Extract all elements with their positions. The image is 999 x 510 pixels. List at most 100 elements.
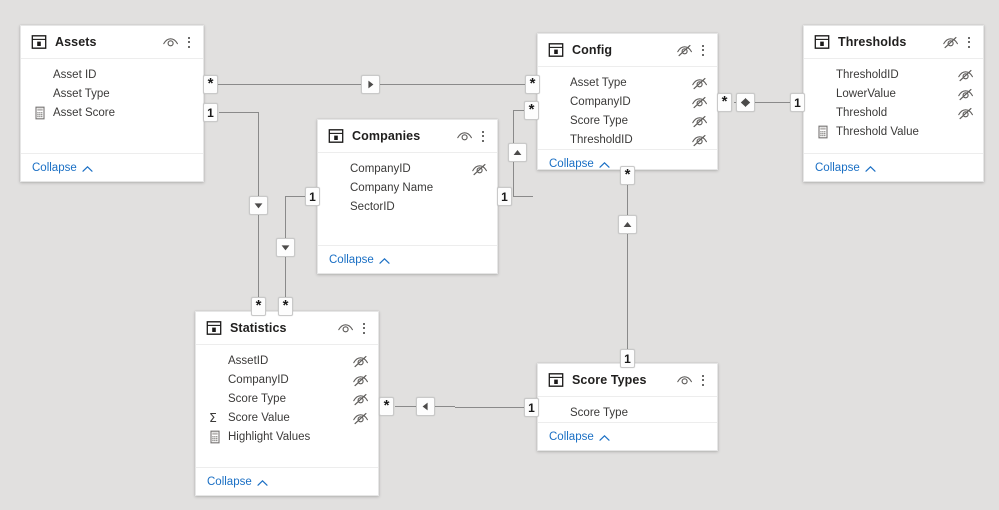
table-card-scoretypes[interactable]: Score Types Score Type Collapse	[537, 363, 718, 451]
chevron-up-icon	[82, 164, 93, 172]
eye-visible-icon[interactable]	[676, 372, 693, 389]
field-row[interactable]: SectorID	[318, 197, 497, 216]
field-name: Score Type	[570, 406, 628, 419]
field-row[interactable]: Company Name	[318, 178, 497, 197]
eye-hidden-icon[interactable]	[352, 372, 368, 387]
eye-hidden-icon[interactable]	[691, 132, 707, 147]
field-name: LowerValue	[836, 87, 896, 100]
cardinality-badge: 1	[790, 93, 805, 112]
cross-filter-arrow-up-icon[interactable]	[508, 143, 527, 162]
field-icon-placeholder	[550, 114, 564, 128]
eye-hidden-icon[interactable]	[352, 410, 368, 425]
field-row[interactable]: Σ Score Value	[196, 408, 378, 427]
field-row[interactable]: Threshold	[804, 103, 983, 122]
field-row[interactable]: CompanyID	[538, 92, 717, 111]
cross-filter-arrow-down-icon[interactable]	[249, 196, 268, 215]
table-card-config[interactable]: Config Asset Type CompanyID Score Type Thres…	[537, 33, 718, 170]
field-row[interactable]: Score Type	[538, 403, 717, 422]
field-row[interactable]: CompanyID	[318, 159, 497, 178]
field-row[interactable]: Asset Score	[21, 103, 203, 122]
cross-filter-arrow-both-icon[interactable]	[736, 93, 755, 112]
eye-hidden-icon[interactable]	[942, 34, 959, 51]
field-row[interactable]: AssetID	[196, 351, 378, 370]
more-options-icon[interactable]	[357, 320, 370, 337]
eye-hidden-icon[interactable]	[352, 353, 368, 368]
field-icon-placeholder	[208, 392, 222, 406]
field-eye-placeholder	[471, 180, 486, 195]
collapse-button-scoretypes[interactable]: Collapse	[549, 431, 610, 443]
field-name: Threshold Value	[836, 125, 919, 138]
table-name: Companies	[352, 129, 421, 143]
cardinality-badge: 1	[305, 187, 320, 206]
table-header-scoretypes[interactable]: Score Types	[538, 364, 717, 397]
table-card-companies[interactable]: Companies CompanyID Company Name SectorID Co…	[317, 119, 498, 274]
field-row[interactable]: Asset Type	[21, 84, 203, 103]
field-list: Asset Type CompanyID Score Type ThresholdID	[538, 67, 717, 149]
field-name: Asset Score	[53, 106, 115, 119]
cross-filter-arrow-up-icon[interactable]	[618, 215, 637, 234]
field-row[interactable]: Score Type	[196, 389, 378, 408]
collapse-button-assets[interactable]: Collapse	[32, 162, 93, 174]
field-row[interactable]: ThresholdID	[804, 65, 983, 84]
table-card-thresholds[interactable]: Thresholds ThresholdID LowerValue Threshold…	[803, 25, 984, 182]
table-header-statistics[interactable]: Statistics	[196, 312, 378, 345]
model-view-canvas[interactable]: Assets Asset ID Asset Type Asset Score Colla…	[0, 0, 999, 510]
more-options-icon[interactable]	[182, 34, 195, 51]
table-card-statistics[interactable]: Statistics AssetID CompanyID Score Type Σ Sco…	[195, 311, 379, 496]
field-name: Asset ID	[53, 68, 97, 81]
collapse-button-thresholds[interactable]: Collapse	[815, 162, 876, 174]
table-name: Config	[572, 43, 613, 57]
eye-visible-icon[interactable]	[337, 320, 354, 337]
eye-hidden-icon[interactable]	[691, 113, 707, 128]
eye-hidden-icon[interactable]	[691, 94, 707, 109]
cardinality-badge: 1	[497, 187, 512, 206]
eye-hidden-icon[interactable]	[691, 75, 707, 90]
eye-hidden-icon[interactable]	[676, 42, 693, 59]
field-row[interactable]: Highlight Values	[196, 427, 378, 446]
collapse-button-config[interactable]: Collapse	[549, 158, 610, 170]
collapse-label: Collapse	[207, 475, 252, 488]
chevron-up-icon	[599, 160, 610, 168]
field-row[interactable]: ThresholdID	[538, 130, 717, 149]
field-name: ThresholdID	[570, 133, 633, 146]
eye-hidden-icon[interactable]	[352, 391, 368, 406]
field-row[interactable]: Threshold Value	[804, 122, 983, 141]
table-card-assets[interactable]: Assets Asset ID Asset Type Asset Score Colla…	[20, 25, 204, 182]
more-options-icon[interactable]	[696, 42, 709, 59]
more-options-icon[interactable]	[962, 34, 975, 51]
table-header-companies[interactable]: Companies	[318, 120, 497, 153]
cross-filter-arrow-left-icon[interactable]	[416, 397, 435, 416]
table-header-assets[interactable]: Assets	[21, 26, 203, 59]
field-list: Asset ID Asset Type Asset Score	[21, 59, 203, 153]
table-header-config[interactable]: Config	[538, 34, 717, 67]
field-row[interactable]: Score Type	[538, 111, 717, 130]
cross-filter-arrow-right-icon[interactable]	[361, 75, 380, 94]
field-row[interactable]: Asset ID	[21, 65, 203, 84]
field-row[interactable]: LowerValue	[804, 84, 983, 103]
relationship-line-config-scoretypes[interactable]	[627, 182, 628, 353]
cross-filter-arrow-down-icon[interactable]	[276, 238, 295, 257]
relationship-line-companies-config[interactable]	[513, 196, 533, 197]
table-header-thresholds[interactable]: Thresholds	[804, 26, 983, 59]
table-icon	[328, 128, 344, 144]
collapse-button-companies[interactable]: Collapse	[329, 254, 390, 266]
field-row[interactable]: Asset Type	[538, 73, 717, 92]
field-eye-placeholder	[957, 124, 972, 139]
relationship-line-assets-statistics[interactable]	[219, 112, 259, 113]
field-row[interactable]: CompanyID	[196, 370, 378, 389]
eye-visible-icon[interactable]	[456, 128, 473, 145]
field-name: ThresholdID	[836, 68, 899, 81]
eye-hidden-icon[interactable]	[957, 86, 973, 101]
eye-hidden-icon[interactable]	[471, 161, 487, 176]
more-options-icon[interactable]	[696, 372, 709, 389]
more-options-icon[interactable]	[476, 128, 489, 145]
collapse-button-statistics[interactable]: Collapse	[207, 476, 268, 488]
relationship-line-statistics-scoretypes[interactable]	[455, 407, 533, 408]
field-eye-placeholder	[471, 199, 486, 214]
sum-aggregate-icon: Σ	[208, 410, 222, 425]
collapse-label: Collapse	[549, 157, 594, 170]
eye-visible-icon[interactable]	[162, 34, 179, 51]
eye-hidden-icon[interactable]	[957, 67, 973, 82]
field-icon-placeholder	[330, 181, 344, 195]
eye-hidden-icon[interactable]	[957, 105, 973, 120]
